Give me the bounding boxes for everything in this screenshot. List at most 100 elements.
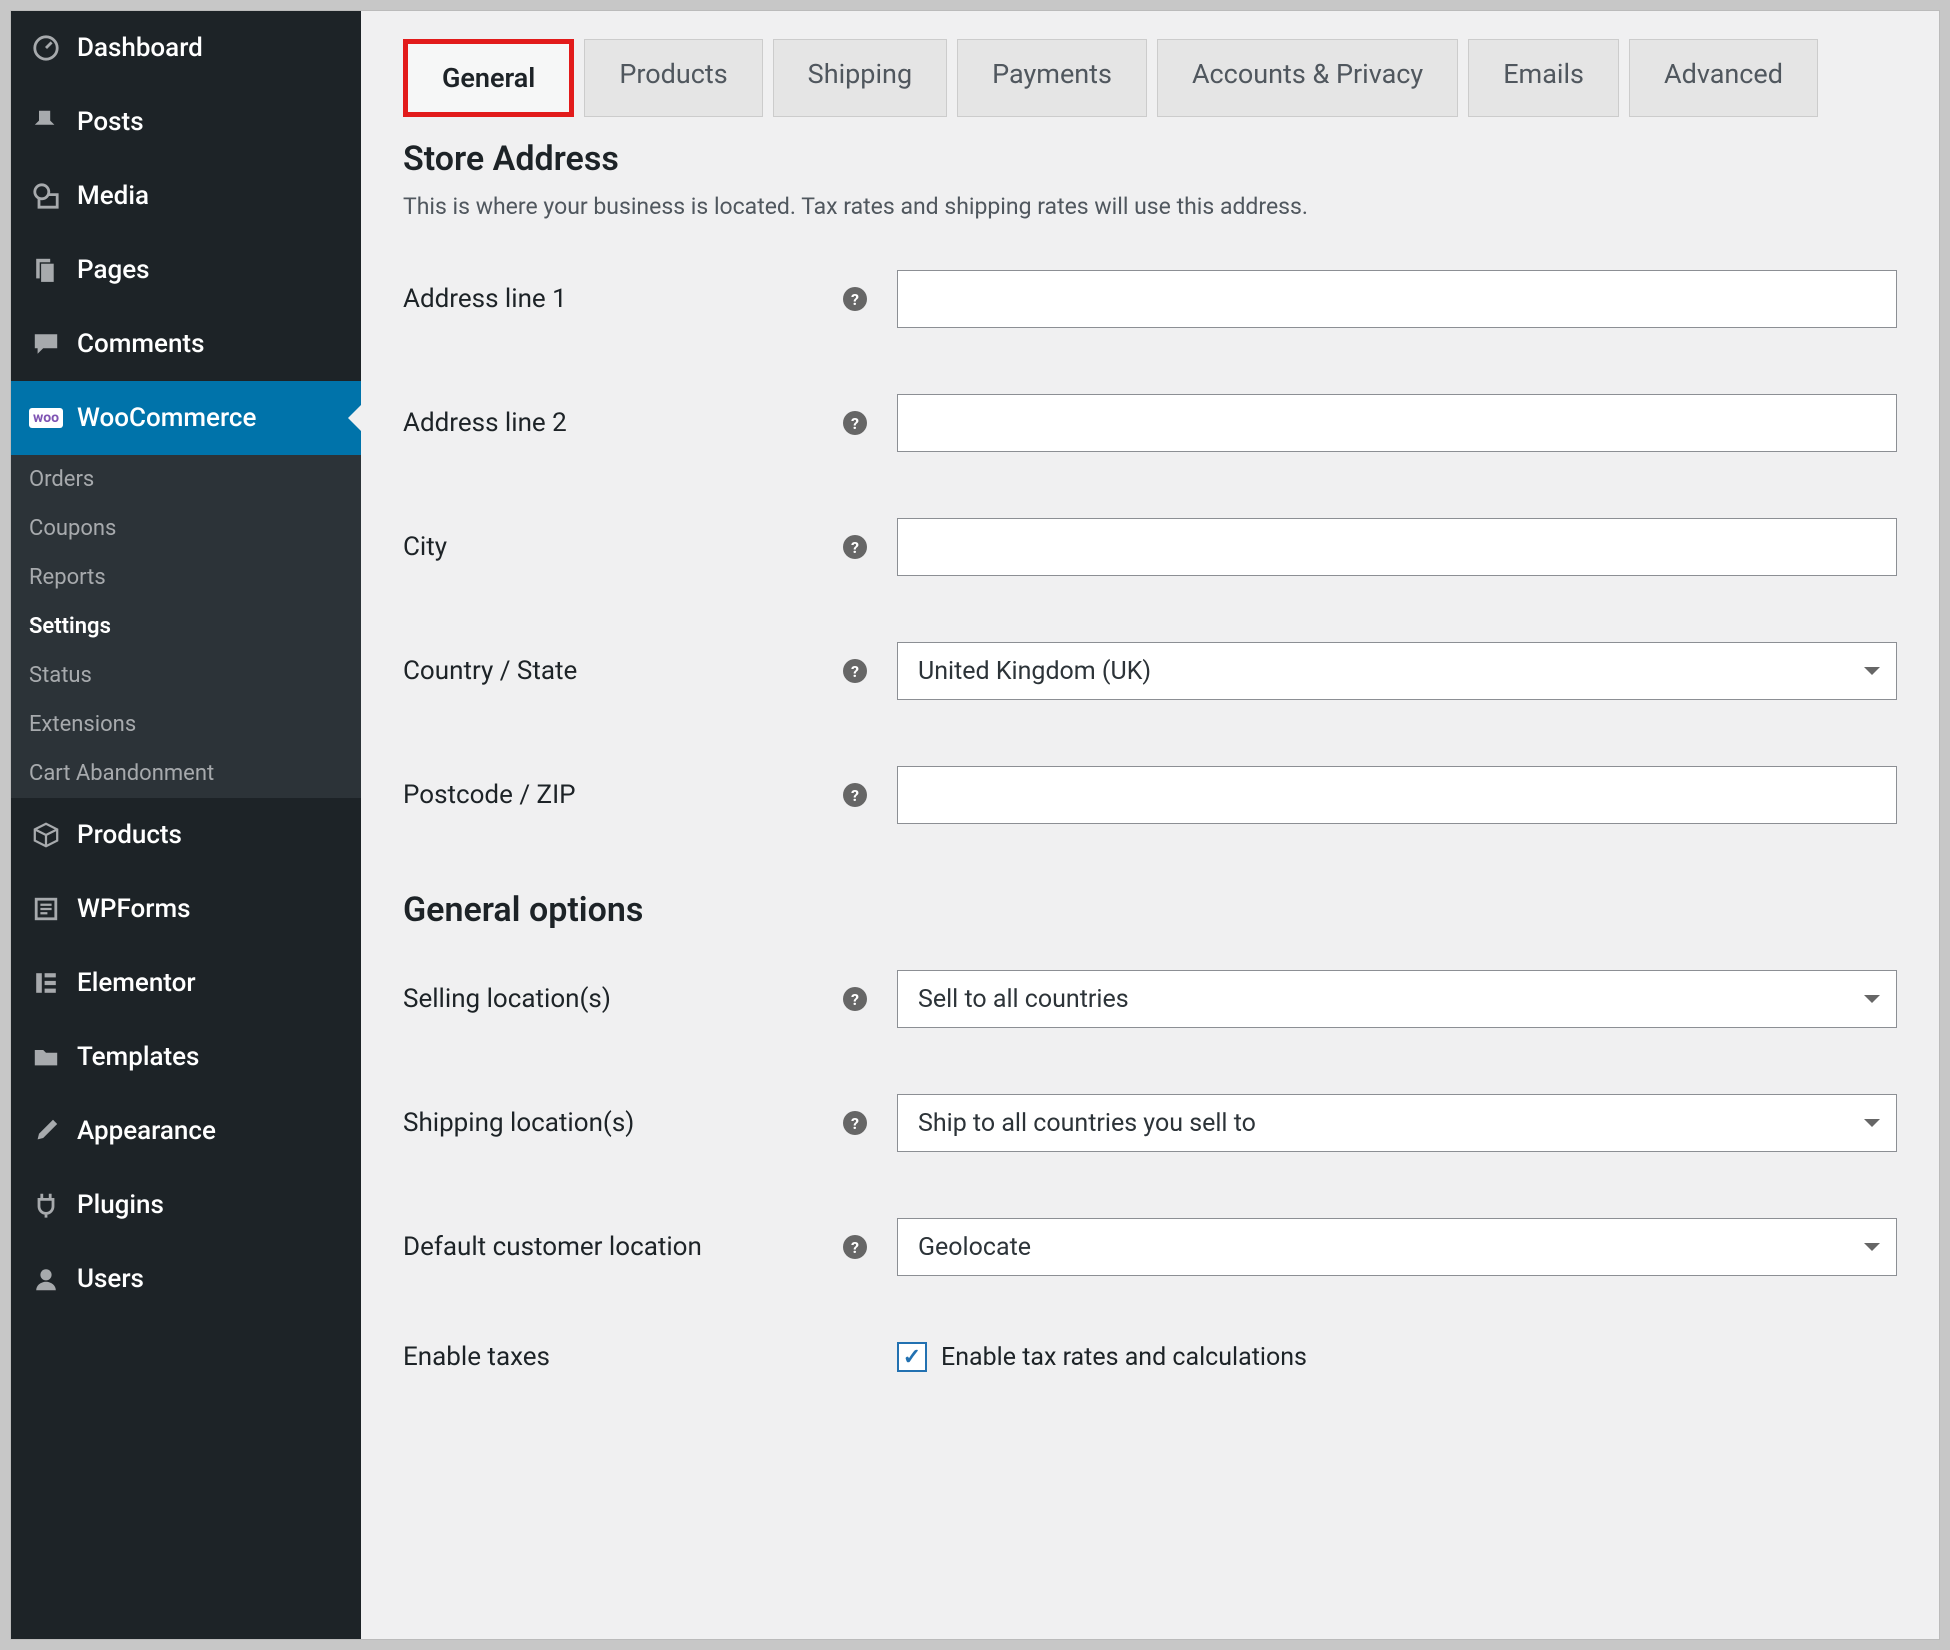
- settings-tabs: General Products Shipping Payments Accou…: [403, 39, 1897, 117]
- tab-emails[interactable]: Emails: [1468, 39, 1619, 117]
- chevron-down-icon: [1864, 1243, 1880, 1251]
- select-country[interactable]: United Kingdom (UK): [897, 642, 1897, 700]
- sidebar-item-products[interactable]: Products: [11, 798, 361, 872]
- help-icon[interactable]: ?: [843, 783, 867, 807]
- help-icon[interactable]: ?: [843, 1111, 867, 1135]
- settings-main: General Products Shipping Payments Accou…: [361, 11, 1939, 1639]
- row-shipping-locations: Shipping location(s) ? Ship to all count…: [403, 1094, 1897, 1152]
- dashboard-icon: [29, 31, 63, 65]
- row-default-customer-location: Default customer location ? Geolocate: [403, 1218, 1897, 1276]
- sidebar-item-pages[interactable]: Pages: [11, 233, 361, 307]
- select-selling-locations[interactable]: Sell to all countries: [897, 970, 1897, 1028]
- submenu-item-extensions[interactable]: Extensions: [11, 700, 361, 749]
- select-shipping-locations[interactable]: Ship to all countries you sell to: [897, 1094, 1897, 1152]
- label-default-customer-location: Default customer location: [403, 1232, 843, 1262]
- tab-general[interactable]: General: [403, 39, 574, 117]
- select-country-value: United Kingdom (UK): [918, 657, 1151, 686]
- row-address1: Address line 1 ?: [403, 270, 1897, 328]
- select-selling-value: Sell to all countries: [918, 985, 1129, 1014]
- sidebar-item-users[interactable]: Users: [11, 1242, 361, 1316]
- brush-icon: [29, 1114, 63, 1148]
- general-options-title: General options: [403, 890, 1897, 930]
- user-icon: [29, 1262, 63, 1296]
- row-postcode: Postcode / ZIP ?: [403, 766, 1897, 824]
- help-icon[interactable]: ?: [843, 987, 867, 1011]
- sidebar-item-label: Appearance: [77, 1116, 216, 1146]
- comment-icon: [29, 327, 63, 361]
- input-postcode[interactable]: [897, 766, 1897, 824]
- woo-icon: woo: [29, 401, 63, 435]
- sidebar-item-media[interactable]: Media: [11, 159, 361, 233]
- sidebar-item-label: Posts: [77, 107, 144, 137]
- sidebar-item-dashboard[interactable]: Dashboard: [11, 11, 361, 85]
- row-country: Country / State ? United Kingdom (UK): [403, 642, 1897, 700]
- input-address1[interactable]: [897, 270, 1897, 328]
- sidebar-item-plugins[interactable]: Plugins: [11, 1168, 361, 1242]
- label-shipping-locations: Shipping location(s): [403, 1108, 843, 1138]
- sidebar-item-posts[interactable]: Posts: [11, 85, 361, 159]
- help-icon[interactable]: ?: [843, 659, 867, 683]
- submenu-item-orders[interactable]: Orders: [11, 455, 361, 504]
- help-icon[interactable]: ?: [843, 1235, 867, 1259]
- submenu-item-cart-abandonment[interactable]: Cart Abandonment: [11, 749, 361, 798]
- sidebar-item-appearance[interactable]: Appearance: [11, 1094, 361, 1168]
- input-city[interactable]: [897, 518, 1897, 576]
- select-default-customer-location[interactable]: Geolocate: [897, 1218, 1897, 1276]
- plug-icon: [29, 1188, 63, 1222]
- row-city: City ?: [403, 518, 1897, 576]
- help-icon[interactable]: ?: [843, 535, 867, 559]
- row-selling-locations: Selling location(s) ? Sell to all countr…: [403, 970, 1897, 1028]
- sidebar-item-label: Users: [77, 1264, 144, 1294]
- sidebar-item-comments[interactable]: Comments: [11, 307, 361, 381]
- label-address1: Address line 1: [403, 284, 843, 314]
- select-default-value: Geolocate: [918, 1233, 1031, 1262]
- row-enable-taxes: Enable taxes ✓ Enable tax rates and calc…: [403, 1342, 1897, 1372]
- checkbox-enable-taxes-wrapper[interactable]: ✓ Enable tax rates and calculations: [897, 1342, 1897, 1372]
- sidebar-item-label: WPForms: [77, 894, 191, 924]
- sidebar-item-label: Comments: [77, 329, 204, 359]
- sidebar-item-woocommerce[interactable]: woo WooCommerce: [11, 381, 361, 455]
- folder-icon: [29, 1040, 63, 1074]
- sidebar-item-label: Templates: [77, 1042, 199, 1072]
- label-postcode: Postcode / ZIP: [403, 780, 843, 810]
- chevron-down-icon: [1864, 1119, 1880, 1127]
- tab-accounts-privacy[interactable]: Accounts & Privacy: [1157, 39, 1458, 117]
- store-address-title: Store Address: [403, 139, 1897, 179]
- label-selling-locations: Selling location(s): [403, 984, 843, 1014]
- tab-payments[interactable]: Payments: [957, 39, 1147, 117]
- select-shipping-value: Ship to all countries you sell to: [918, 1109, 1256, 1138]
- tab-products[interactable]: Products: [584, 39, 762, 117]
- label-enable-taxes: Enable taxes: [403, 1342, 843, 1372]
- sidebar-item-label: Pages: [77, 255, 150, 285]
- pages-icon: [29, 253, 63, 287]
- label-city: City: [403, 532, 843, 562]
- sidebar-item-wpforms[interactable]: WPForms: [11, 872, 361, 946]
- sidebar-item-label: Elementor: [77, 968, 196, 998]
- form-icon: [29, 892, 63, 926]
- sidebar-item-label: Products: [77, 820, 182, 850]
- submenu-item-reports[interactable]: Reports: [11, 553, 361, 602]
- submenu-item-coupons[interactable]: Coupons: [11, 504, 361, 553]
- help-icon[interactable]: ?: [843, 287, 867, 311]
- sidebar-item-label: Media: [77, 181, 149, 211]
- checkbox-enable-taxes[interactable]: ✓: [897, 1342, 927, 1372]
- elementor-icon: [29, 966, 63, 1000]
- input-address2[interactable]: [897, 394, 1897, 452]
- woocommerce-submenu: Orders Coupons Reports Settings Status E…: [11, 455, 361, 798]
- chevron-down-icon: [1864, 667, 1880, 675]
- sidebar-item-label: WooCommerce: [77, 403, 256, 433]
- help-icon[interactable]: ?: [843, 411, 867, 435]
- submenu-item-status[interactable]: Status: [11, 651, 361, 700]
- sidebar-item-label: Dashboard: [77, 33, 203, 63]
- sidebar-item-templates[interactable]: Templates: [11, 1020, 361, 1094]
- admin-sidebar: Dashboard Posts Media Pages Comments woo…: [11, 11, 361, 1639]
- tab-shipping[interactable]: Shipping: [773, 39, 947, 117]
- tab-advanced[interactable]: Advanced: [1629, 39, 1818, 117]
- box-icon: [29, 818, 63, 852]
- sidebar-item-elementor[interactable]: Elementor: [11, 946, 361, 1020]
- submenu-item-settings[interactable]: Settings: [11, 602, 361, 651]
- chevron-down-icon: [1864, 995, 1880, 1003]
- pin-icon: [29, 105, 63, 139]
- media-icon: [29, 179, 63, 213]
- row-address2: Address line 2 ?: [403, 394, 1897, 452]
